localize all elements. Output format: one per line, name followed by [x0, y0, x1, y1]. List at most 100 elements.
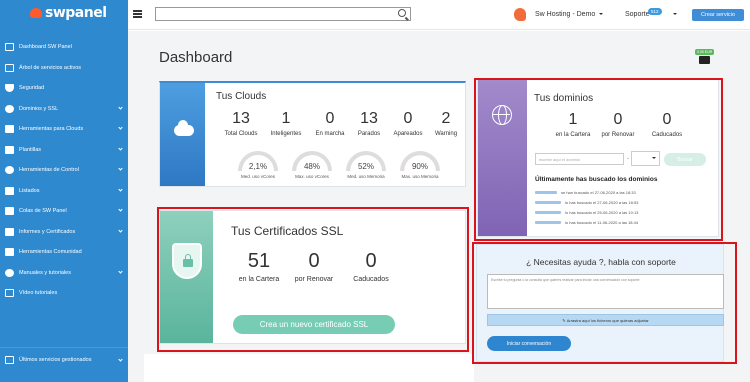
- support-label: Soporte: [625, 11, 650, 18]
- stat-label: Parados: [357, 131, 381, 137]
- sidebar-item-arbol[interactable]: Árbol de servicios activos: [0, 58, 128, 79]
- sidebar-nav: Dashboard SW Panel Árbol de servicios ac…: [0, 37, 128, 304]
- stat-parados[interactable]: 13 Parados: [349, 110, 389, 137]
- stat-value: 1: [281, 110, 291, 127]
- sidebar-item-dashboard[interactable]: Dashboard SW Panel: [0, 37, 128, 58]
- dashboard-icon: [5, 43, 14, 52]
- stat-inteligentes[interactable]: 1 Inteligentes: [261, 110, 311, 137]
- sidebar-item-comunidad[interactable]: Herramientas Comunidad: [0, 242, 128, 263]
- sidebar-item-label: Seguridad: [19, 85, 45, 92]
- sidebar-item-listados[interactable]: Listados: [0, 181, 128, 202]
- sidebar-item-informes[interactable]: Informes y Certificados: [0, 222, 128, 243]
- account-name: Sw Hosting - Demo: [535, 11, 596, 18]
- sidebar: swpanel Dashboard SW Panel Árbol de serv…: [0, 0, 128, 382]
- gauge-max-memoria: 90% Max. uso Memoria: [393, 151, 447, 179]
- template-icon: [5, 145, 14, 154]
- sidebar-item-label: Herramientas para Clouds: [19, 126, 84, 133]
- stat-warning[interactable]: 2 Warning: [427, 110, 465, 137]
- sidebar-item-herramientas-control[interactable]: Herramientas de Control: [0, 160, 128, 181]
- clouds-card: Tus Clouds 13 Total Clouds 1 Inteligentes …: [159, 81, 466, 187]
- cloud-icon: [174, 120, 194, 136]
- sidebar-item-label: Informes y Certificados: [19, 228, 76, 235]
- stat-value: 0: [325, 110, 335, 127]
- bottom-panel: [144, 354, 474, 382]
- sidebar-item-label: Colas de SW Panel: [19, 208, 67, 215]
- gauge-value: 2,1%: [248, 162, 268, 171]
- gauge-max-vcores: 48% Max. uso vCores: [285, 151, 339, 179]
- chevron-down-icon: [118, 268, 123, 274]
- main-content: Dashboard 0.00 EUR Tus Clouds 13 Total Cl…: [128, 31, 750, 382]
- stat-label: Apareados: [393, 131, 423, 137]
- caret-down-icon: [599, 13, 604, 16]
- sidebar-item-label: Dashboard SW Panel: [19, 44, 72, 51]
- shield-icon: [5, 84, 14, 93]
- sidebar-item-label: Vídeo tutoriales: [19, 290, 58, 297]
- gauge-label: Med. uso vCores: [240, 174, 275, 179]
- sidebar-item-label: Plantillas: [19, 146, 42, 153]
- gauge-label: Max. uso Memoria: [401, 174, 439, 179]
- sidebar-item-label: Manuales y tutoriales: [19, 269, 71, 276]
- swpanel-logo[interactable]: swpanel: [30, 4, 107, 22]
- sidebar-item-manuales[interactable]: Manuales y tutoriales: [0, 263, 128, 284]
- sidebar-item-dominios[interactable]: Dominios y SSL: [0, 99, 128, 120]
- help-icon: [5, 268, 14, 277]
- tree-icon: [5, 63, 14, 72]
- highlight-box-ssl: [157, 207, 469, 352]
- stat-label: En marcha: [315, 131, 345, 137]
- highlight-box-support: [472, 242, 737, 364]
- community-icon: [5, 248, 14, 257]
- gauge-label: Max. uso vCores: [295, 174, 329, 179]
- caret-down-icon[interactable]: [673, 13, 677, 15]
- sidebar-item-videos[interactable]: Vídeo tutoriales: [0, 283, 128, 304]
- chevron-down-icon: [118, 104, 123, 110]
- gauge-value: 48%: [303, 162, 320, 171]
- support-count-badge: 512: [648, 8, 662, 15]
- sidebar-item-seguridad[interactable]: Seguridad: [0, 78, 128, 99]
- wallet-balance-badge: 0.00 EUR: [695, 49, 715, 55]
- sidebar-item-label: Herramientas de Control: [19, 167, 79, 174]
- sidebar-item-ultimos-servicios[interactable]: Últimos servicios gestionados: [0, 347, 128, 372]
- wallet-icon: [699, 56, 710, 64]
- stat-label: Inteligentes: [270, 131, 302, 137]
- gauge-label: Med. uso Memoria: [347, 174, 385, 179]
- swpanel-logo-icon: [30, 8, 42, 18]
- sidebar-item-plantillas[interactable]: Plantillas: [0, 140, 128, 161]
- menu-toggle-icon[interactable]: [133, 10, 142, 18]
- highlight-box-domains: [474, 78, 723, 241]
- video-icon: [5, 289, 14, 298]
- sidebar-item-label: Listados: [19, 187, 40, 194]
- sidebar-item-herramientas-clouds[interactable]: Herramientas para Clouds: [0, 119, 128, 140]
- stat-value: 13: [360, 110, 378, 127]
- chevron-down-icon: [118, 166, 123, 171]
- layers-icon: [5, 207, 14, 216]
- gauge-value: 52%: [357, 162, 374, 171]
- sidebar-item-label: Últimos servicios gestionados: [19, 357, 92, 363]
- create-service-button[interactable]: Crear servicio: [692, 9, 744, 21]
- stat-en-marcha[interactable]: 0 En marcha: [311, 110, 349, 137]
- report-icon: [5, 227, 14, 236]
- account-logo-icon: [514, 8, 526, 21]
- chevron-down-icon: [118, 186, 123, 192]
- search-icon[interactable]: [398, 9, 406, 17]
- top-bar: Sw Hosting - Demo Soporte 512 Crear serv…: [128, 0, 750, 30]
- stat-value: 0: [403, 110, 413, 127]
- chevron-down-icon: [118, 357, 123, 362]
- search-input[interactable]: [155, 7, 411, 21]
- stat-label: Warning: [434, 131, 458, 137]
- stat-apareados[interactable]: 0 Apareados: [389, 110, 427, 137]
- sidebar-item-colas[interactable]: Colas de SW Panel: [0, 201, 128, 222]
- stat-value: 2: [441, 110, 451, 127]
- chevron-down-icon: [118, 145, 123, 151]
- gauge-med-memoria: 52% Med. uso Memoria: [339, 151, 393, 179]
- clouds-stats: 13 Total Clouds 1 Inteligentes 0 En marcha …: [221, 110, 465, 137]
- check-circle-icon: [5, 166, 14, 175]
- stat-label: Total Clouds: [224, 131, 258, 137]
- sidebar-item-label: Árbol de servicios activos: [19, 64, 82, 71]
- support-menu[interactable]: Soporte: [625, 11, 650, 18]
- stat-total-clouds[interactable]: 13 Total Clouds: [221, 110, 261, 137]
- gauge-value: 90%: [411, 162, 428, 171]
- brand-name: swpanel: [45, 5, 107, 21]
- account-menu[interactable]: Sw Hosting - Demo: [535, 11, 604, 18]
- toolbox-icon: [5, 125, 14, 134]
- clouds-gauges: 2,1% Med. uso vCores 48% Max. uso vCores 5…: [231, 151, 447, 179]
